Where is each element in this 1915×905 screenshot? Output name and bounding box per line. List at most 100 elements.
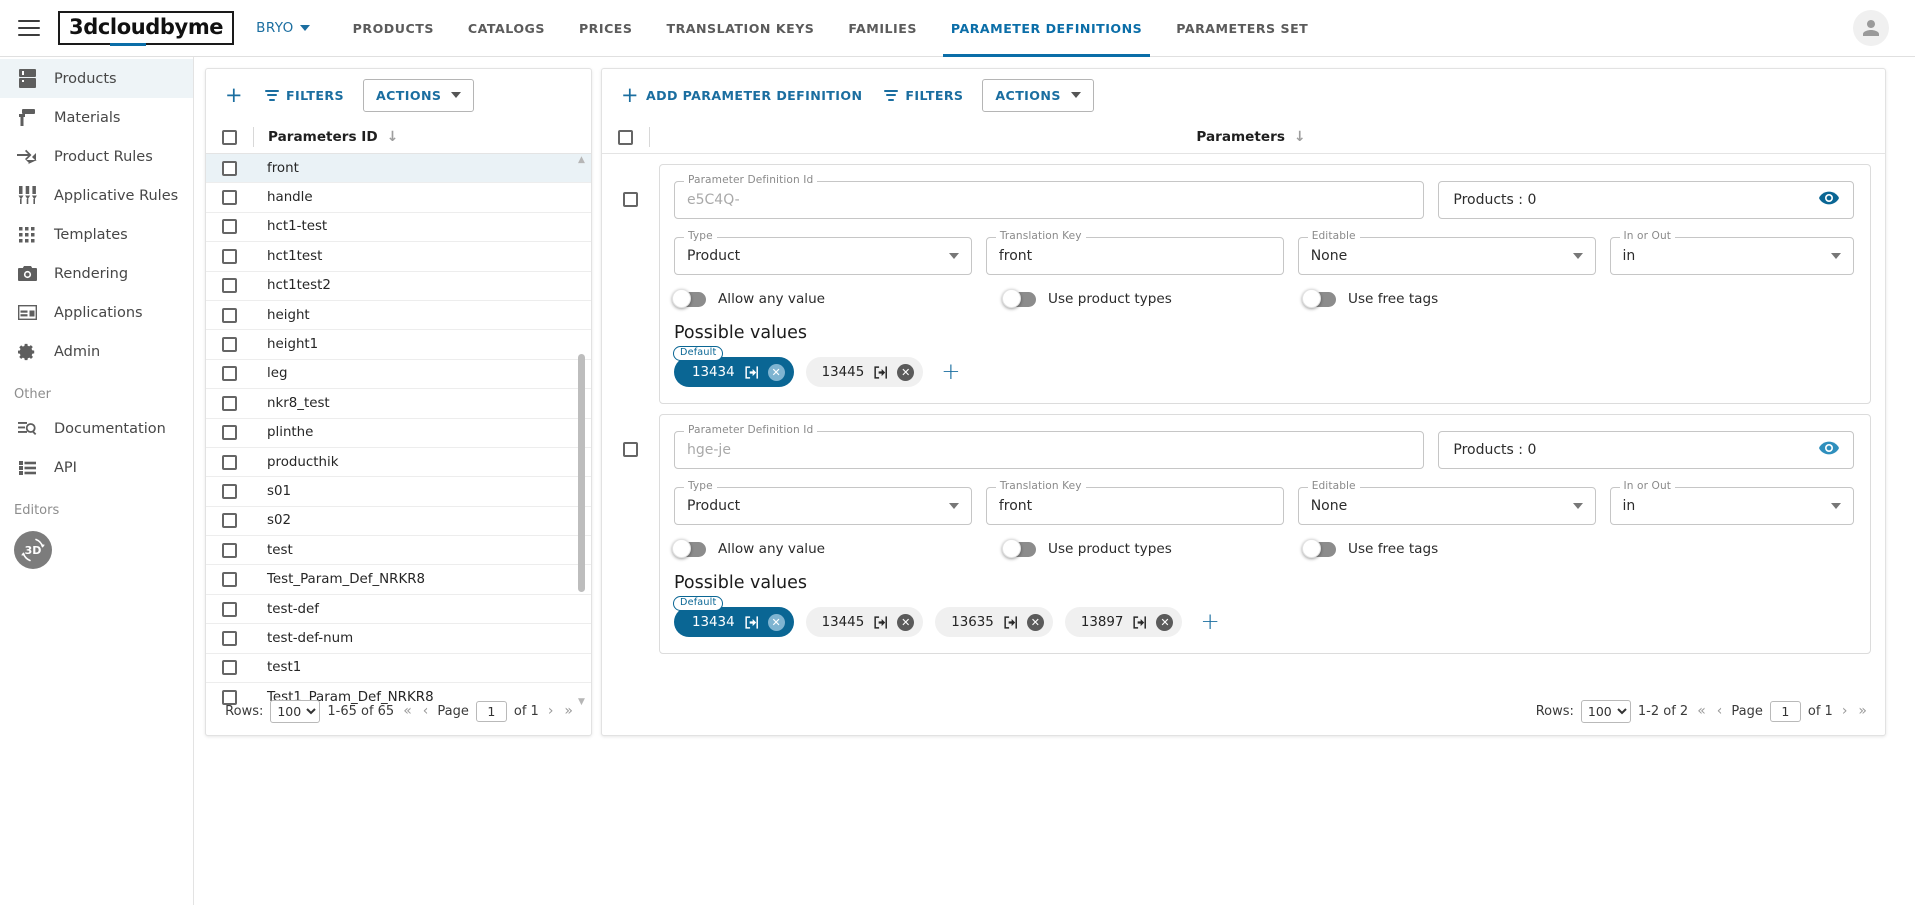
table-row[interactable]: test: [206, 536, 591, 566]
scroll-up-arrow-icon[interactable]: ▲: [577, 155, 586, 165]
row-checkbox[interactable]: [222, 660, 237, 676]
row-checkbox[interactable]: [222, 248, 237, 264]
open-external-icon[interactable]: [873, 615, 888, 630]
table-row[interactable]: hct1test2: [206, 272, 591, 301]
row-checkbox[interactable]: [222, 425, 237, 441]
products-count-box[interactable]: Products : 0: [1438, 431, 1854, 469]
value-chip-default[interactable]: Default 13434 ✕: [673, 346, 794, 387]
row-checkbox[interactable]: [222, 278, 237, 294]
card-checkbox[interactable]: [623, 192, 638, 207]
select-all-checkbox[interactable]: [618, 129, 633, 145]
table-row[interactable]: s01: [206, 477, 591, 507]
products-count-field[interactable]: Products : 0: [1438, 431, 1854, 469]
filters-button[interactable]: FILTERS: [875, 82, 972, 109]
actions-button[interactable]: ACTIONS: [363, 78, 475, 112]
open-external-icon[interactable]: [1132, 615, 1147, 630]
list-scrollbar-track[interactable]: ▲ ▼: [578, 155, 588, 707]
parameter-definition-id-field[interactable]: Parameter Definition Id e5C4Q-: [674, 174, 1425, 219]
row-checkbox[interactable]: [222, 395, 237, 411]
value-chip[interactable]: 13897 ✕: [1064, 607, 1183, 637]
table-row[interactable]: producthik: [206, 448, 591, 478]
use-product-types-toggle-group[interactable]: Use product types: [1002, 539, 1304, 558]
select-all-checkbox[interactable]: [222, 129, 237, 145]
sidebar-item-materials[interactable]: Materials: [0, 98, 193, 137]
row-checkbox[interactable]: [222, 307, 237, 323]
value-chip[interactable]: 13635 ✕: [935, 607, 1053, 637]
row-checkbox[interactable]: [222, 454, 237, 470]
parameter-definition-id-input[interactable]: hge-je: [674, 431, 1425, 469]
next-page-button[interactable]: ›: [546, 703, 556, 719]
editor-3d-badge-icon[interactable]: 3D: [14, 531, 52, 569]
filters-button[interactable]: FILTERS: [256, 82, 353, 109]
open-external-icon[interactable]: [873, 365, 888, 380]
table-row[interactable]: plinthe: [206, 419, 591, 448]
value-chip-default[interactable]: Default 13434 ✕: [673, 596, 794, 637]
type-field[interactable]: Type Product: [674, 480, 972, 525]
allow-any-value-toggle-group[interactable]: Allow any value: [672, 539, 1004, 558]
nav-tab-translation-keys[interactable]: TRANSLATION KEYS: [649, 0, 831, 57]
parameter-definition-id-field[interactable]: Parameter Definition Id hge-je: [674, 424, 1425, 469]
allow-any-value-toggle[interactable]: [672, 539, 706, 558]
open-external-icon[interactable]: [1003, 615, 1018, 630]
prev-page-button[interactable]: ‹: [1715, 703, 1725, 719]
user-avatar-icon[interactable]: [1853, 10, 1889, 46]
allow-any-value-toggle[interactable]: [672, 289, 706, 308]
use-free-tags-toggle-group[interactable]: Use free tags: [1302, 289, 1438, 308]
add-value-chip-button[interactable]: +: [1194, 611, 1225, 634]
editable-select[interactable]: None: [1297, 487, 1596, 525]
table-row[interactable]: test1: [206, 654, 591, 684]
table-row[interactable]: front: [206, 154, 591, 184]
type-select[interactable]: Product: [674, 237, 972, 275]
add-value-chip-button[interactable]: +: [935, 361, 966, 384]
last-page-button[interactable]: »: [562, 703, 575, 719]
use-free-tags-toggle[interactable]: [1302, 539, 1336, 558]
app-logo[interactable]: 3dcloudbyme: [58, 10, 235, 47]
editable-field[interactable]: Editable None: [1297, 230, 1596, 275]
eye-visibility-icon[interactable]: [1819, 441, 1839, 459]
sidebar-item-api[interactable]: API: [0, 448, 193, 487]
remove-chip-icon[interactable]: ✕: [897, 613, 915, 631]
in-or-out-select[interactable]: in: [1609, 487, 1854, 525]
first-page-button[interactable]: «: [1695, 703, 1708, 719]
last-page-button[interactable]: »: [1856, 703, 1869, 719]
editable-field[interactable]: Editable None: [1297, 480, 1596, 525]
allow-any-value-toggle-group[interactable]: Allow any value: [672, 289, 1004, 308]
table-row[interactable]: height1: [206, 330, 591, 360]
card-checkbox[interactable]: [623, 442, 638, 457]
row-checkbox[interactable]: [222, 572, 237, 588]
row-checkbox[interactable]: [222, 601, 237, 617]
row-checkbox[interactable]: [222, 513, 237, 529]
translation-key-input[interactable]: front: [985, 487, 1284, 525]
open-external-icon[interactable]: [744, 615, 759, 630]
sidebar-item-applicative-rules[interactable]: Applicative Rules: [0, 176, 193, 215]
table-row[interactable]: test-def-num: [206, 624, 591, 654]
add-parameter-definition-button[interactable]: + ADD PARAMETER DEFINITION: [612, 82, 871, 109]
sidebar-item-product-rules[interactable]: Product Rules: [0, 137, 193, 176]
remove-chip-icon[interactable]: ✕: [767, 613, 785, 631]
sidebar-item-documentation[interactable]: Documentation: [0, 409, 193, 448]
remove-chip-icon[interactable]: ✕: [897, 363, 915, 381]
row-checkbox[interactable]: [222, 483, 237, 499]
row-checkbox[interactable]: [222, 219, 237, 235]
nav-tab-parameter-definitions[interactable]: PARAMETER DEFINITIONS: [934, 0, 1159, 57]
row-checkbox[interactable]: [222, 337, 237, 353]
use-product-types-toggle[interactable]: [1002, 289, 1036, 308]
type-select[interactable]: Product: [674, 487, 972, 525]
rows-per-page-select[interactable]: 100: [270, 699, 321, 723]
column-header-parameters-id[interactable]: Parameters ID ↓: [254, 129, 398, 145]
row-checkbox[interactable]: [222, 542, 237, 558]
nav-tab-products[interactable]: PRODUCTS: [336, 0, 451, 57]
row-checkbox[interactable]: [222, 630, 237, 646]
row-checkbox[interactable]: [222, 190, 237, 206]
parameter-definition-id-input[interactable]: e5C4Q-: [674, 181, 1425, 219]
type-field[interactable]: Type Product: [674, 230, 972, 275]
brand-selector[interactable]: BRYO: [256, 20, 310, 36]
table-row[interactable]: height: [206, 301, 591, 331]
editable-select[interactable]: None: [1297, 237, 1596, 275]
column-header-parameters[interactable]: Parameters ↓: [650, 129, 1885, 145]
use-free-tags-toggle[interactable]: [1302, 289, 1336, 308]
value-chip[interactable]: 13445 ✕: [805, 357, 924, 387]
sidebar-item-products[interactable]: Products: [0, 59, 193, 98]
table-row[interactable]: test-def: [206, 595, 591, 625]
use-product-types-toggle[interactable]: [1002, 539, 1036, 558]
